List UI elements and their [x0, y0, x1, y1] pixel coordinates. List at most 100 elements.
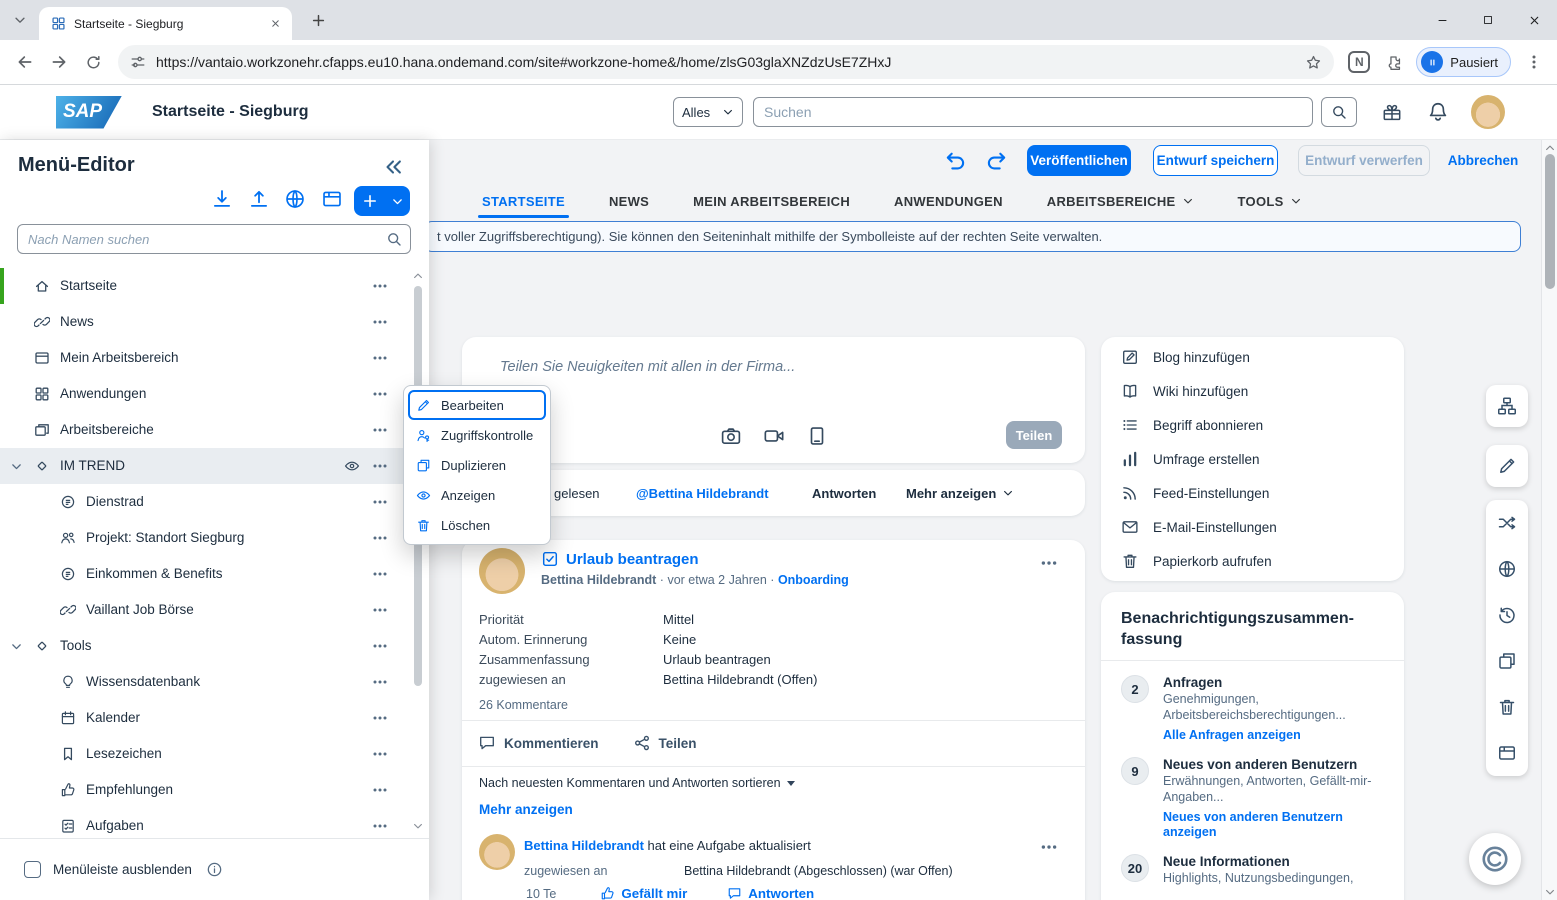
reload-icon[interactable] [76, 45, 110, 79]
share-submit-button[interactable]: Teilen [1006, 421, 1062, 449]
comment-button[interactable]: Kommentieren [472, 728, 605, 758]
item-actions-icon[interactable] [372, 350, 388, 366]
copy-page-icon[interactable] [1486, 638, 1528, 684]
menu-item-im-trend[interactable]: IM TREND [0, 448, 412, 484]
tab-tools[interactable]: TOOLS [1238, 184, 1302, 218]
menu-item-empfehlungen[interactable]: Empfehlungen [0, 772, 412, 808]
info-icon[interactable] [206, 861, 223, 878]
translate-icon[interactable] [284, 188, 306, 210]
item-actions-icon[interactable] [372, 602, 388, 618]
visibility-eye-icon[interactable] [344, 458, 360, 474]
page-settings-icon[interactable] [1486, 730, 1528, 776]
show-more-button[interactable]: Mehr anzeigen [906, 470, 1014, 516]
item-actions-icon[interactable] [372, 422, 388, 438]
item-actions-icon[interactable] [372, 494, 388, 510]
share-input[interactable]: Teilen Sie Neuigkeiten mit allen in der … [500, 359, 795, 375]
post-category-link[interactable]: Onboarding [778, 573, 849, 587]
tab-close-icon[interactable] [266, 15, 284, 33]
notification-item-neues[interactable]: 9 Neues von anderen Benutzern Erwähnunge… [1101, 757, 1404, 840]
expand-chevron-icon[interactable] [10, 460, 23, 473]
camera-icon[interactable] [720, 425, 742, 447]
window-maximize-button[interactable] [1465, 0, 1511, 40]
item-actions-icon[interactable] [372, 638, 388, 654]
tab-search-chevron-icon[interactable] [8, 8, 32, 32]
menu-item-tools[interactable]: Tools [0, 628, 412, 664]
edit-page-icon[interactable] [1486, 445, 1528, 487]
post-author-avatar[interactable] [479, 548, 525, 594]
scroll-up-icon[interactable] [1544, 142, 1556, 154]
menu-item-arbeitsbereiche[interactable]: Arbeitsbereiche [0, 412, 412, 448]
rewards-icon[interactable] [1381, 101, 1403, 123]
back-icon[interactable] [8, 45, 42, 79]
assistant-button[interactable] [1469, 833, 1521, 885]
sort-comments-dropdown[interactable]: Nach neuesten Kommentaren und Antworten … [479, 776, 795, 790]
action-create-survey[interactable]: Umfrage erstellen [1101, 442, 1404, 476]
scroll-down-icon[interactable] [1544, 886, 1556, 898]
item-actions-icon[interactable] [372, 782, 388, 798]
action-feed-settings[interactable]: Feed-Einstellungen [1101, 476, 1404, 510]
browser-menu-icon[interactable] [1517, 45, 1551, 79]
scroll-down-icon[interactable] [412, 820, 424, 832]
post-title-row[interactable]: Urlaub beantragen [541, 550, 849, 568]
publish-button[interactable]: Veröffentlichen [1027, 145, 1131, 176]
menu-item-lesezeichen[interactable]: Lesezeichen [0, 736, 412, 772]
save-draft-button[interactable]: Entwurf speichern [1153, 145, 1278, 176]
context-menu-item-bearbeiten[interactable]: Bearbeiten [408, 390, 546, 420]
cancel-button[interactable]: Abbrechen [1443, 145, 1523, 176]
panel-scrollbar[interactable] [412, 270, 424, 832]
notification-link[interactable]: Alle Anfragen anzeigen [1163, 728, 1377, 743]
menu-item-startseite[interactable]: Startseite [0, 268, 412, 304]
item-actions-icon[interactable] [372, 710, 388, 726]
comment-reply-button[interactable]: Antworten [727, 886, 814, 900]
context-menu-item-zugriffskontrolle[interactable]: Zugriffskontrolle [408, 420, 546, 450]
forward-icon[interactable] [42, 45, 76, 79]
item-actions-icon[interactable] [372, 566, 388, 582]
tab-arbeitsbereiche[interactable]: ARBEITSBEREICHE [1047, 184, 1194, 218]
menu-item-projekt-standort-siegburg[interactable]: Projekt: Standort Siegburg [0, 520, 412, 556]
undo-icon[interactable] [943, 148, 967, 172]
action-add-blog[interactable]: Blog hinzufügen [1101, 340, 1404, 374]
post-overflow-icon[interactable] [1040, 554, 1058, 572]
mention-link[interactable]: @Bettina Hildebrandt [636, 470, 769, 516]
extension-n-icon[interactable]: N [1348, 51, 1370, 73]
page-scrollbar[interactable] [1541, 140, 1557, 900]
menu-item-dienstrad[interactable]: Dienstrad [0, 484, 412, 520]
window-minimize-button[interactable] [1419, 0, 1465, 40]
comments-count[interactable]: 26 Kommentare [479, 698, 568, 712]
expand-chevron-icon[interactable] [10, 640, 23, 653]
comment-author-avatar[interactable] [479, 834, 515, 870]
notifications-bell-icon[interactable] [1427, 101, 1449, 123]
action-add-wiki[interactable]: Wiki hinzufügen [1101, 374, 1404, 408]
search-scope-select[interactable]: Alles [673, 97, 743, 127]
tab-mein-arbeitsbereich[interactable]: MEIN ARBEITSBEREICH [693, 184, 850, 218]
more-comments-link[interactable]: Mehr anzeigen [479, 802, 573, 817]
notification-link[interactable]: Neues von anderen Benutzern anzeigen [1163, 810, 1377, 840]
version-history-icon[interactable] [1486, 592, 1528, 638]
item-actions-icon[interactable] [372, 314, 388, 330]
notification-item-anfragen[interactable]: 2 Anfragen Genehmigungen, Arbeitsbereich… [1101, 675, 1404, 743]
discard-draft-button[interactable]: Entwurf verwerfen [1298, 145, 1430, 176]
item-actions-icon[interactable] [372, 386, 388, 402]
user-avatar[interactable] [1471, 95, 1505, 129]
reply-button[interactable]: Antworten [812, 470, 876, 516]
bookmark-star-icon[interactable] [1305, 54, 1322, 71]
address-bar[interactable]: https://vantaio.workzonehr.cfapps.eu10.h… [118, 45, 1334, 79]
new-tab-button[interactable] [306, 8, 330, 32]
scrollbar-thumb[interactable] [1545, 154, 1555, 289]
item-actions-icon[interactable] [372, 818, 388, 834]
menu-item-news[interactable]: News [0, 304, 412, 340]
menu-item-kalender[interactable]: Kalender [0, 700, 412, 736]
hide-menu-checkbox[interactable] [24, 861, 41, 878]
menu-item-anwendungen[interactable]: Anwendungen [0, 376, 412, 412]
tab-startseite[interactable]: STARTSEITE [482, 184, 565, 218]
menu-item-vaillant-job-boerse[interactable]: Vaillant Job Börse [0, 592, 412, 628]
item-actions-icon[interactable] [372, 746, 388, 762]
global-search-input[interactable] [753, 97, 1313, 127]
search-icon[interactable] [386, 231, 402, 247]
item-actions-icon[interactable] [372, 278, 388, 294]
add-menu-item-button[interactable] [354, 186, 410, 216]
translate-icon[interactable] [1486, 546, 1528, 592]
comment-author-link[interactable]: Bettina Hildebrandt [524, 838, 644, 853]
card-view-icon[interactable] [321, 188, 343, 210]
menu-item-wissensdatenbank[interactable]: Wissensdatenbank [0, 664, 412, 700]
